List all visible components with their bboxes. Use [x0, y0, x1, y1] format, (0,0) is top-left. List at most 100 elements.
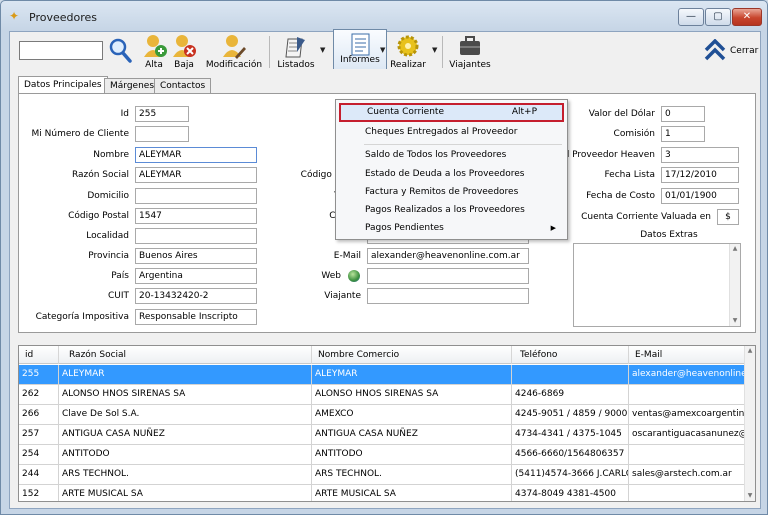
table-row[interactable]: 255ALEYMARALEYMARalexander@heavenonline.… — [19, 365, 745, 385]
menu-item-pagos-realizados[interactable]: Pagos Realizados a los Proveedores — [339, 201, 564, 220]
search-input[interactable] — [19, 41, 103, 60]
modificacion-button[interactable]: Modificación — [202, 32, 266, 72]
maximize-button[interactable]: ▢ — [705, 8, 731, 26]
table-cell: ANTIGUA CASA NUÑEZ — [312, 425, 512, 445]
nombre-field[interactable]: ALEYMAR — [135, 147, 257, 163]
menu-item-label: Factura y Remitos de Proveedores — [365, 187, 519, 197]
viajantes-button[interactable]: Viajantes — [447, 32, 493, 72]
globe-icon[interactable] — [348, 270, 360, 282]
menu-item-label: Saldo de Todos los Proveedores — [365, 150, 507, 160]
menu-item-pagos-pendientes[interactable]: Pagos Pendientes ▶ — [339, 219, 564, 238]
web-field[interactable] — [367, 268, 529, 284]
listados-button[interactable]: Listados — [274, 32, 318, 72]
table-cell: oscarantiguacasanunez@gmail.com — [629, 425, 745, 445]
tab-contactos[interactable]: Contactos — [154, 78, 212, 94]
menu-item-cheques-entregados[interactable]: Cheques Entregados al Proveedor — [339, 123, 564, 142]
cuit-field[interactable]: 20-13432420-2 — [135, 288, 257, 304]
table-cell: 262 — [19, 385, 59, 405]
comision-field[interactable]: 1 — [661, 126, 705, 142]
fecha-costo-field[interactable]: 01/01/1900 — [661, 188, 739, 204]
id-label: Id — [120, 109, 129, 119]
informes-button[interactable]: Informes — [333, 29, 387, 69]
pais-field[interactable]: Argentina — [135, 268, 257, 284]
table-cell: 255 — [19, 365, 59, 385]
realizar-label: Realizar — [390, 60, 426, 70]
menu-item-label: Estado de Deuda a los Proveedores — [365, 169, 525, 179]
remove-user-icon — [173, 35, 196, 57]
razon-social-field[interactable]: ALEYMAR — [135, 167, 257, 183]
menu-item-cuenta-corriente[interactable]: Cuenta Corriente Alt+P — [339, 103, 564, 122]
modificacion-label: Modificación — [205, 60, 263, 70]
column-header-nombre-comercio[interactable]: Nombre Comercio — [312, 346, 512, 364]
scroll-up-icon[interactable]: ▲ — [730, 244, 740, 254]
briefcase-icon — [460, 36, 480, 55]
cerrar-button[interactable]: Cerrar — [704, 38, 760, 68]
table-row[interactable]: 266 Clave De Sol S.A. AMEXCO 4245-9051 / 48… — [19, 405, 745, 425]
table-row[interactable]: 257 ANTIGUA CASA NUÑEZ ANTIGUA CASA NUÑEZ 4… — [19, 425, 745, 445]
cc-valuada-label: Cuenta Corriente Valuada en — [581, 212, 711, 222]
grid-scrollbar[interactable]: ▲ ▼ — [744, 346, 755, 501]
alta-label: Alta — [145, 60, 163, 70]
minimize-button[interactable]: — — [678, 8, 704, 26]
provincia-field[interactable]: Buenos Aires — [135, 248, 257, 264]
fecha-lista-field[interactable]: 17/12/2010 — [661, 167, 739, 183]
proveedores-grid: id Razón Social Nombre Comercio Teléfono… — [18, 345, 756, 502]
categoria-field[interactable]: Responsable Inscripto — [135, 309, 257, 325]
email-field[interactable]: alexander@heavenonline.com.ar — [367, 248, 529, 264]
table-cell: alexander@heavenonline.com.ar — [629, 365, 745, 385]
scroll-up-icon[interactable]: ▲ — [745, 346, 755, 356]
cc-valuada-field[interactable]: $ — [717, 209, 739, 225]
baja-button[interactable]: Baja — [170, 32, 198, 72]
column-header-razon-social[interactable]: Razón Social — [59, 346, 312, 364]
scroll-down-icon[interactable]: ▼ — [745, 491, 755, 501]
table-row[interactable]: 152 ARTE MUSICAL SA ARTE MUSICAL SA 4374-80… — [19, 485, 745, 501]
notes-scrollbar[interactable]: ▲ ▼ — [729, 244, 740, 326]
alta-button[interactable]: Alta — [140, 32, 168, 72]
informes-label: Informes — [340, 55, 380, 65]
scroll-down-icon[interactable]: ▼ — [730, 316, 740, 326]
realizar-dropdown-icon[interactable]: ▼ — [432, 46, 437, 54]
menu-item-saldo-proveedores[interactable]: Saldo de Todos los Proveedores — [339, 146, 564, 165]
id-field[interactable]: 255 — [135, 106, 189, 122]
listados-dropdown-icon[interactable]: ▼ — [320, 46, 325, 54]
menu-item-factura-remitos[interactable]: Factura y Remitos de Proveedores — [339, 183, 564, 202]
viajante-field[interactable] — [367, 288, 529, 304]
column-header-email[interactable]: E-Mail — [629, 346, 745, 364]
codigo-postal-field[interactable]: 1547 — [135, 208, 257, 224]
menu-item-label: Pagos Pendientes — [365, 223, 444, 233]
table-cell: ARTE MUSICAL SA — [59, 485, 312, 501]
razon-social-label: Razón Social — [71, 170, 129, 180]
table-cell: 4566-6660/1564806357 — [512, 445, 629, 465]
domicilio-label: Domicilio — [87, 191, 129, 201]
cerrar-label: Cerrar — [730, 46, 759, 56]
mi-numero-field[interactable] — [135, 126, 189, 142]
table-row[interactable]: 262 ALONSO HNOS SIRENAS SA ALONSO HNOS SIR… — [19, 385, 745, 405]
menu-item-estado-deuda[interactable]: Estado de Deuda a los Proveedores — [339, 165, 564, 184]
realizar-button[interactable]: Realizar — [388, 32, 428, 72]
table-cell: ARS TECHNOL. — [312, 465, 512, 485]
toolbar: Alta Baja Modificación Listados ▼ Inform… — [10, 29, 760, 74]
viajante-label: Viajante — [324, 291, 361, 301]
tab-margenes[interactable]: Márgenes — [104, 78, 161, 94]
localidad-field[interactable] — [135, 228, 257, 244]
submenu-arrow-icon: ▶ — [550, 224, 556, 232]
datos-extras-label: Datos Extras — [640, 230, 698, 240]
table-row[interactable]: 244 ARS TECHNOL. ARS TECHNOL. (5411)4574-36… — [19, 465, 745, 485]
close-window-button[interactable]: ✕ — [732, 8, 762, 26]
valor-dolar-field[interactable]: 0 — [661, 106, 705, 122]
app-icon: ✦ — [9, 9, 20, 23]
codigo-postal-label: Código Postal — [68, 211, 129, 221]
table-cell: 244 — [19, 465, 59, 485]
datos-extras-textarea[interactable]: ▲ ▼ — [573, 243, 741, 327]
title-bar[interactable]: ✦ Proveedores — ▢ ✕ — [1, 1, 767, 31]
search-icon[interactable] — [108, 37, 132, 63]
column-header-id[interactable]: id — [19, 346, 59, 364]
id-heaven-field[interactable]: 3 — [661, 147, 739, 163]
edit-user-icon — [223, 35, 246, 59]
categoria-label: Categoría Impositiva — [35, 312, 129, 322]
column-header-telefono[interactable]: Teléfono — [512, 346, 629, 364]
tab-datos-principales[interactable]: Datos Principales — [18, 76, 108, 93]
table-row[interactable]: 254 ANTITODO ANTITODO 4566-6660/1564806357 — [19, 445, 745, 465]
domicilio-field[interactable] — [135, 188, 257, 204]
informes-dropdown-icon[interactable]: ▼ — [380, 46, 385, 54]
